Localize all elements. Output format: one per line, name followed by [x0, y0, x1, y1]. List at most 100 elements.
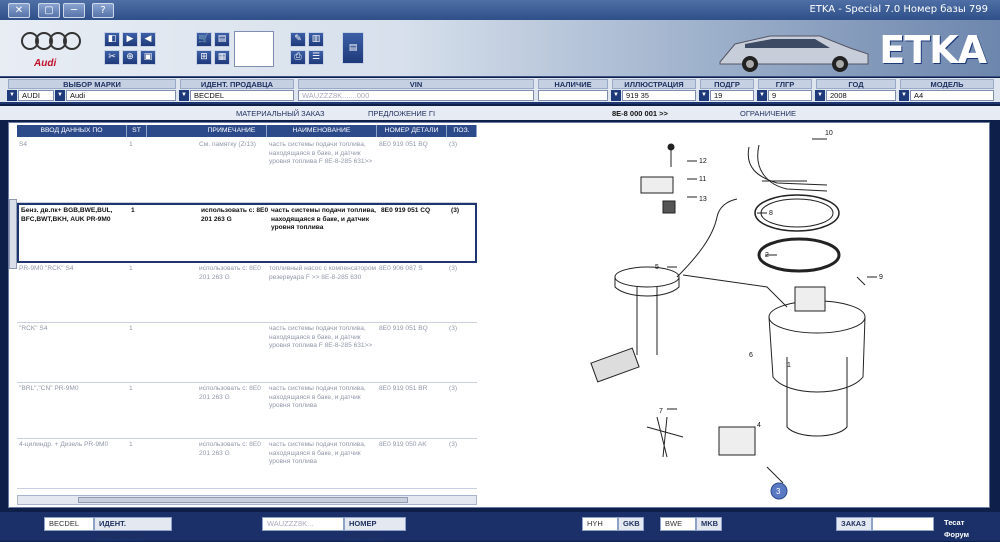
main-panel: ПОЗ. НОМЕР ДЕТАЛИ НАИМЕНОВАНИЕ ПРИМЕЧАНИ…: [8, 122, 990, 508]
table-icon[interactable]: ▦: [214, 50, 230, 65]
ident-status-value: BECDEL: [44, 517, 94, 531]
horizontal-scrollbar[interactable]: [17, 495, 477, 505]
row-pos: (3): [449, 385, 458, 392]
presence-field[interactable]: [538, 90, 608, 101]
toolbar-button-5[interactable]: ⊕: [122, 50, 138, 65]
col-pos[interactable]: ПОЗ.: [447, 125, 477, 137]
group-field[interactable]: 9: [768, 90, 812, 101]
row-pos: (3): [449, 441, 458, 448]
callout-10[interactable]: 10: [825, 130, 833, 137]
col-part-number[interactable]: НОМЕР ДЕТАЛИ: [377, 125, 447, 137]
toolbar-button-3[interactable]: ◀: [140, 32, 156, 47]
row-name: часть системы подачи топлива, находящаяс…: [271, 207, 377, 231]
fuel-pump-exploded-diagram[interactable]: 10 12 11 13 8 2 9 5 7 4 1 6 3: [487, 127, 983, 505]
brand-field[interactable]: Audi: [66, 90, 176, 101]
toolbar-button-6[interactable]: ▣: [140, 50, 156, 65]
callout-8[interactable]: 8: [769, 210, 773, 217]
grid-icon[interactable]: ⊞: [196, 50, 212, 65]
callout-2[interactable]: 2: [765, 252, 769, 259]
year-field[interactable]: 2008: [826, 90, 896, 101]
toolbar-button-2[interactable]: ▶: [122, 32, 138, 47]
mkb-label: MKB: [696, 517, 722, 531]
etka-brandmark: ETKA: [879, 28, 987, 72]
row-qty: 1: [131, 207, 135, 214]
callout-3-selected[interactable]: 3: [776, 487, 781, 496]
ident-dropdown-icon[interactable]: ▼: [179, 90, 189, 101]
model-label: МОДЕЛЬ: [900, 79, 994, 89]
callout-6[interactable]: 6: [749, 352, 753, 359]
ident-field[interactable]: BECDEL: [190, 90, 294, 101]
col-name[interactable]: НАИМЕНОВАНИЕ: [267, 125, 377, 137]
subgroup-label: ПОДГР: [700, 79, 754, 89]
title-bar: ✕ ▢ ─ ? ETKA - Special 7.0 Номер базы 79…: [0, 0, 1000, 20]
group-dropdown-icon[interactable]: ▼: [757, 90, 767, 101]
col-data[interactable]: ВВОД ДАННЫХ ПО: [17, 125, 127, 137]
callout-5[interactable]: 5: [655, 264, 659, 271]
subgroup-dropdown-icon[interactable]: ▼: [699, 90, 709, 101]
notepad-panel[interactable]: [234, 31, 274, 67]
table-row[interactable]: (3) 8E0 906 087 Sтопливный насос с компен…: [17, 263, 477, 323]
callout-12[interactable]: 12: [699, 158, 707, 165]
callout-1[interactable]: 1: [787, 362, 791, 369]
header-banner: Audi ◧ ▶ ◀ ✂ ⊕ ▣ 🛒 ▤ ⊞ ▦ ✎ ▥ ⎙ ☰ ▤ ETKA: [0, 20, 1000, 77]
table-row[interactable]: (3) 8E0 919 050 AK часть системы подачи то…: [17, 439, 477, 489]
close-button[interactable]: ✕: [8, 3, 30, 18]
print-icon[interactable]: ⎙: [290, 50, 306, 65]
row-data: S4: [19, 141, 28, 148]
row-data: "RCK" S4: [19, 325, 48, 332]
printer-icon[interactable]: ▤: [342, 32, 364, 64]
illustration-field[interactable]: 919 35: [622, 90, 696, 101]
toolbar-button-1[interactable]: ◧: [104, 32, 120, 47]
region-field[interactable]: AUDI: [18, 90, 54, 101]
table-row[interactable]: (3) 8E0 919 051 BQ часть системы подачи то…: [17, 139, 477, 203]
row-note: использовать с: 8E0 201 263 G: [201, 207, 269, 223]
gkb-label: GKB: [618, 517, 644, 531]
subgroup-field[interactable]: 19: [710, 90, 754, 101]
col-note[interactable]: ПРИМЕЧАНИЕ: [197, 125, 267, 137]
col-qty[interactable]: ST: [127, 125, 147, 137]
menu-icon[interactable]: ☰: [308, 50, 324, 65]
row-note: использовать с: 8E0 201 263 G: [199, 265, 261, 281]
model-field[interactable]: A4: [910, 90, 994, 101]
scrollbar-thumb[interactable]: [78, 497, 408, 503]
region-dropdown-icon[interactable]: ▼: [7, 90, 17, 101]
cart-icon[interactable]: 🛒: [196, 32, 212, 47]
table-row[interactable]: (3) 8E0 919 051 BR часть системы подачи то…: [17, 383, 477, 439]
list-icon[interactable]: ▤: [214, 32, 230, 47]
row-qty: 1: [129, 385, 133, 392]
minimize-button[interactable]: ─: [63, 3, 85, 18]
car-image: [719, 35, 869, 72]
model-dropdown-icon[interactable]: ▼: [899, 90, 909, 101]
row-qty: 1: [129, 265, 133, 272]
table-row[interactable]: (3) 8E0 919 051 CQ часть системы подачи то…: [17, 203, 477, 263]
suggestion-tab[interactable]: ПРЕДЛОЖЕНИЕ ГI: [368, 109, 435, 118]
maximize-button[interactable]: ▢: [38, 3, 60, 18]
help-button[interactable]: ?: [92, 3, 114, 18]
table-row[interactable]: (3) 8E0 919 051 BQ часть системы подачи то…: [17, 323, 477, 383]
table-header: ПОЗ. НОМЕР ДЕТАЛИ НАИМЕНОВАНИЕ ПРИМЕЧАНИ…: [17, 125, 477, 137]
row-data: "BRL","CN" PR-9M0: [19, 385, 79, 392]
brand-label: ВЫБОР МАРКИ: [8, 79, 176, 89]
parts-table: ПОЗ. НОМЕР ДЕТАЛИ НАИМЕНОВАНИЕ ПРИМЕЧАНИ…: [17, 123, 477, 495]
illustration-dropdown-icon[interactable]: ▼: [611, 90, 621, 101]
callout-4[interactable]: 4: [757, 422, 761, 429]
callout-13[interactable]: 13: [699, 196, 707, 203]
callout-7[interactable]: 7: [659, 408, 663, 415]
book-icon[interactable]: ▥: [308, 32, 324, 47]
callout-9[interactable]: 9: [879, 274, 883, 281]
illustration-label: ИЛЛЮСТРАЦИЯ: [612, 79, 696, 89]
brand-dropdown-icon[interactable]: ▼: [55, 90, 65, 101]
splitter-handle[interactable]: [9, 199, 17, 269]
row-part-number: 8E0 919 051 BQ: [379, 325, 428, 332]
edit-icon[interactable]: ✎: [290, 32, 306, 47]
year-dropdown-icon[interactable]: ▼: [815, 90, 825, 101]
vin-field[interactable]: WAUZZZ8K.......000: [298, 90, 534, 101]
row-pos: (3): [449, 265, 458, 272]
chassis-value: WAUZZZ8K...: [262, 517, 344, 531]
gkb-value: HYH: [582, 517, 618, 531]
callout-11[interactable]: 11: [699, 176, 706, 183]
order-tab[interactable]: МАТЕРИАЛЬНЫЙ ЗАКАЗ: [236, 109, 325, 118]
row-part-number: 8E0 919 051 BR: [379, 385, 428, 392]
forum-label[interactable]: Тесат Форум: [940, 517, 994, 539]
toolbar-button-4[interactable]: ✂: [104, 50, 120, 65]
